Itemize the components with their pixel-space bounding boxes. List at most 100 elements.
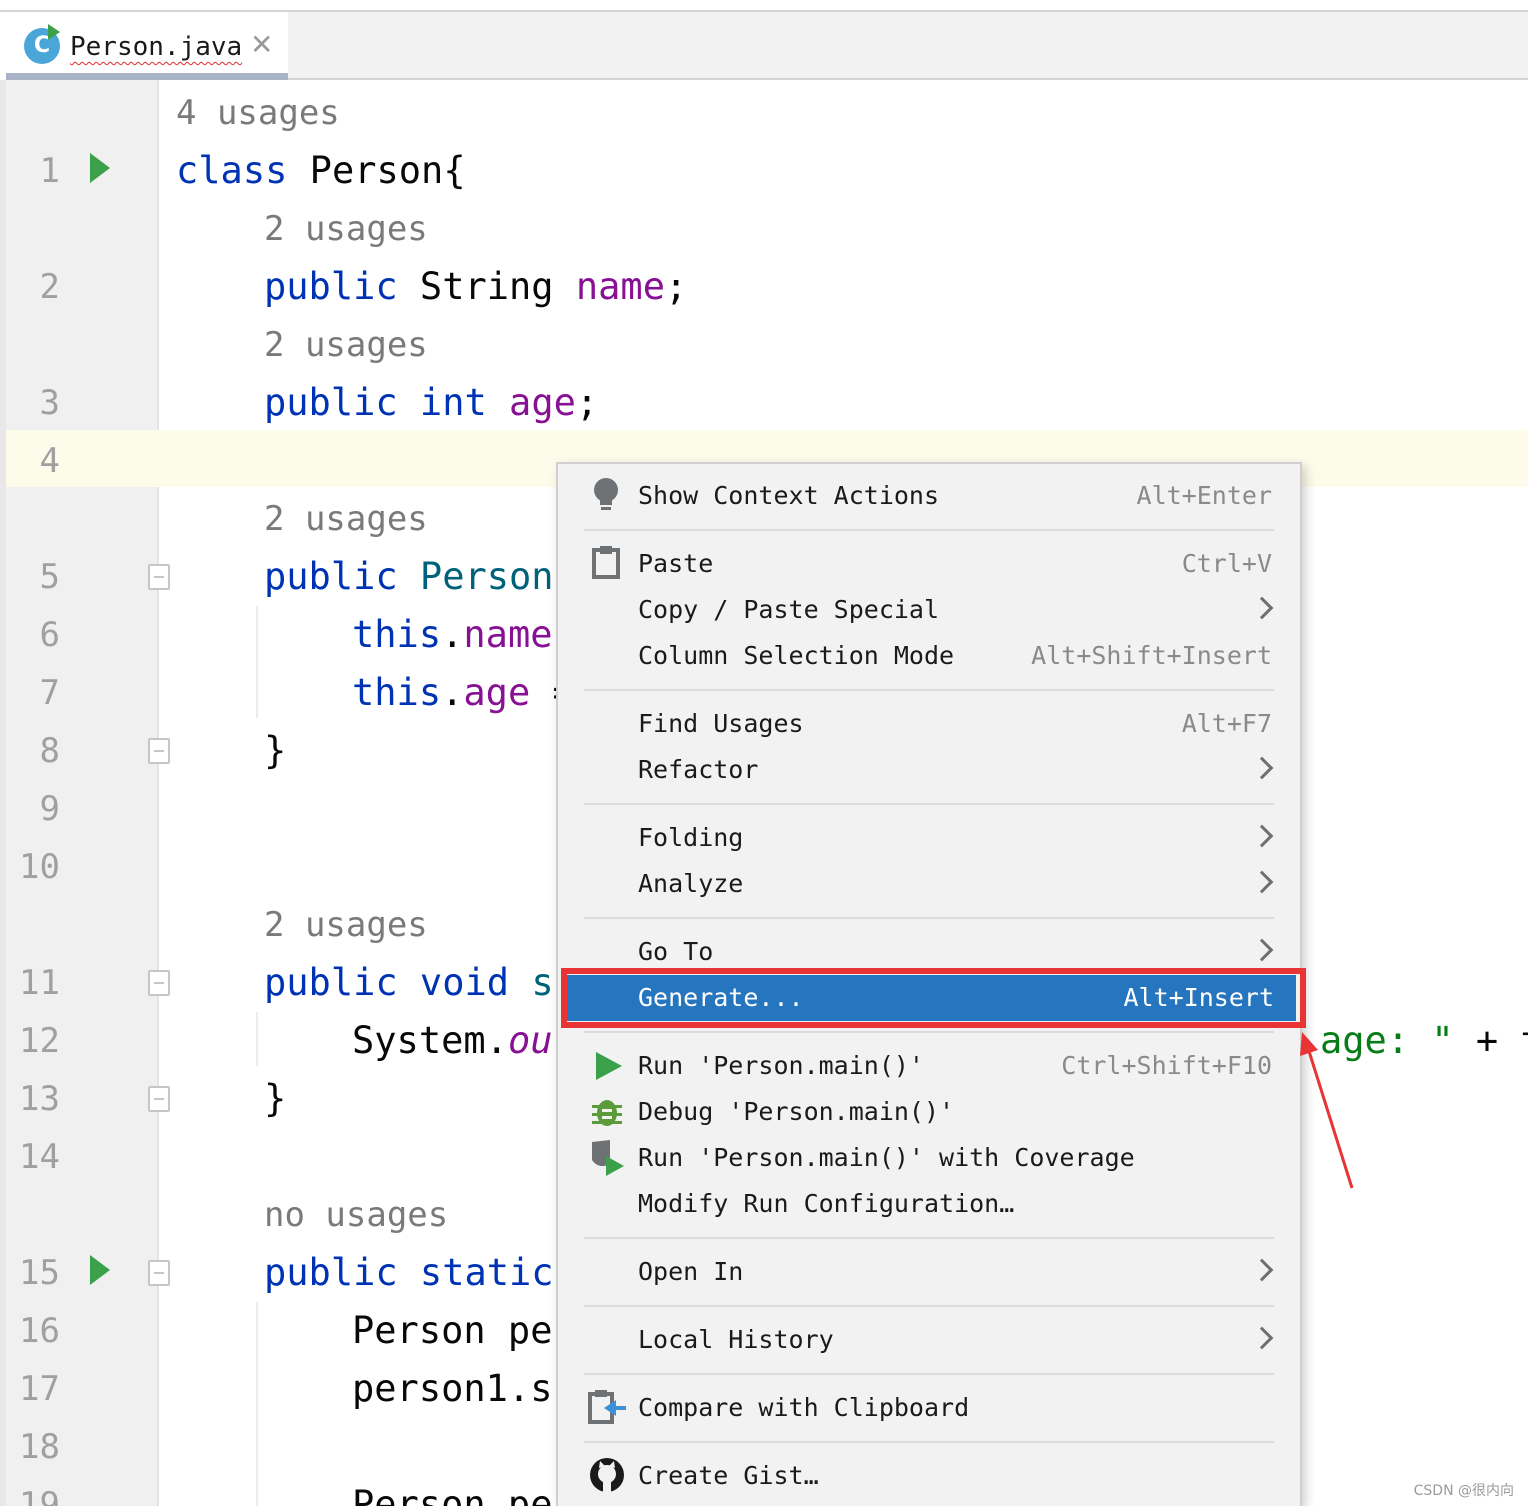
line-number: 17: [19, 1369, 60, 1409]
indent-guide: [256, 606, 258, 718]
menu-item-run-with-coverage[interactable]: Run 'Person.main()' with Coverage: [558, 1135, 1298, 1181]
menu-item-label: Modify Run Configuration…: [638, 1189, 1015, 1218]
submenu-chevron-icon: [1250, 756, 1274, 780]
menu-separator: [584, 803, 1274, 805]
usages-inlay-hint[interactable]: no usages: [264, 1186, 448, 1244]
fold-main-icon[interactable]: [148, 1260, 170, 1286]
close-tab-icon[interactable]: ✕: [250, 28, 273, 62]
line-number: 9: [39, 789, 60, 829]
clipboard-icon: [592, 546, 620, 579]
menu-item-compare-with-clipboard[interactable]: Compare with Clipboard: [558, 1385, 1298, 1431]
menu-item-label: Column Selection Mode: [638, 641, 955, 670]
run-class-gutter-icon[interactable]: [90, 153, 110, 183]
github-icon: [590, 1458, 624, 1492]
menu-separator: [584, 1373, 1274, 1375]
keyword-class: class: [176, 149, 288, 192]
system-class: System.: [352, 1019, 508, 1062]
line-number: 1: [39, 151, 60, 191]
code-line-15: public static: [264, 1244, 554, 1302]
menu-item-shortcut: Alt+Enter: [1136, 481, 1272, 510]
menu-item-label: Open In: [638, 1257, 744, 1286]
menu-item-label: Compare with Clipboard: [638, 1393, 970, 1422]
menu-item-label: Copy / Paste Special: [638, 595, 940, 624]
compare-icon: [588, 1390, 626, 1424]
menu-item-create-gist[interactable]: Create Gist…: [558, 1453, 1298, 1499]
watermark: CSDN @很内向: [1413, 1483, 1514, 1499]
menu-separator: [584, 917, 1274, 919]
menu-item-find-usages[interactable]: Find Usages Alt+F7: [558, 701, 1298, 747]
code-line-11: public void sh: [264, 954, 576, 1012]
menu-item-show-context-actions[interactable]: Show Context Actions Alt+Enter: [558, 473, 1298, 519]
line-number: 15: [19, 1253, 60, 1293]
runnable-class-marker-icon: [48, 24, 60, 40]
active-tab-indicator: [6, 73, 288, 80]
menu-item-label: Run 'Person.main()': [638, 1051, 924, 1080]
menu-item-label: Show Context Actions: [638, 481, 940, 510]
submenu-chevron-icon: [1250, 938, 1274, 962]
menu-separator: [584, 689, 1274, 691]
menu-separator: [584, 1441, 1274, 1443]
menu-item-debug-main[interactable]: Debug 'Person.main()': [558, 1089, 1298, 1135]
menu-item-open-in[interactable]: Open In: [558, 1249, 1298, 1295]
bulb-icon: [594, 478, 618, 510]
menu-item-local-history[interactable]: Local History: [558, 1317, 1298, 1363]
menu-item-label: Analyze: [638, 869, 744, 898]
coverage-icon: [592, 1140, 624, 1176]
line-number: 3: [39, 383, 60, 423]
concat-expression: + t: [1475, 1019, 1528, 1062]
menu-item-shortcut: Ctrl+V: [1181, 549, 1272, 578]
line-number: 10: [19, 847, 60, 887]
keyword-public-void: public void: [264, 961, 510, 1004]
debug-bug-icon: [592, 1100, 622, 1126]
menu-item-run-main[interactable]: Run 'Person.main()' Ctrl+Shift+F10: [558, 1043, 1298, 1089]
menu-separator: [584, 1031, 1274, 1033]
submenu-chevron-icon: [1250, 1326, 1274, 1350]
annotation-arrow: [1300, 1032, 1354, 1189]
menu-item-folding[interactable]: Folding: [558, 815, 1298, 861]
usages-inlay-hint[interactable]: 4 usages: [176, 84, 340, 142]
menu-item-modify-run-configuration[interactable]: Modify Run Configuration…: [558, 1181, 1298, 1227]
submenu-chevron-icon: [1250, 596, 1274, 620]
field-age: age: [509, 381, 576, 424]
semicolon: ;: [575, 381, 599, 424]
code-line-19: Person per: [352, 1483, 575, 1506]
line-number: 8: [39, 731, 60, 771]
usages-inlay-hint[interactable]: 2 usages: [264, 490, 428, 548]
semicolon: ;: [664, 265, 688, 308]
run-main-gutter-icon[interactable]: [90, 1255, 110, 1285]
menu-item-label: Refactor: [638, 755, 759, 784]
tab-title[interactable]: Person.java: [70, 30, 242, 64]
run-icon: [596, 1052, 622, 1080]
usages-inlay-hint[interactable]: 2 usages: [264, 200, 428, 258]
indent-guide: [256, 1012, 258, 1066]
line-number: 7: [39, 673, 60, 713]
code-line-13: }: [264, 1077, 287, 1120]
fold-constructor-icon[interactable]: [148, 564, 170, 590]
menu-item-refactor[interactable]: Refactor: [558, 747, 1298, 793]
code-line-17: person1.sh: [352, 1367, 575, 1410]
type-string: String: [397, 265, 576, 308]
highlight-annotation-box: [561, 968, 1306, 1028]
menu-item-copy-paste-special[interactable]: Copy / Paste Special: [558, 587, 1298, 633]
menu-separator: [584, 1237, 1274, 1239]
menu-item-paste[interactable]: Paste Ctrl+V: [558, 541, 1298, 587]
menu-item-column-selection-mode[interactable]: Column Selection Mode Alt+Shift+Insert: [558, 633, 1298, 679]
fold-method-icon[interactable]: [148, 970, 170, 996]
fold-end-icon[interactable]: [148, 738, 170, 764]
fold-end-icon[interactable]: [148, 1086, 170, 1112]
menu-item-label: Debug 'Person.main()': [638, 1097, 955, 1126]
menu-separator: [584, 1305, 1274, 1307]
line-number: 6: [39, 615, 60, 655]
menu-item-label: Create Gist…: [638, 1461, 819, 1490]
line-number: 12: [19, 1021, 60, 1061]
menu-separator: [584, 529, 1274, 531]
field-name: name: [575, 265, 665, 308]
usages-inlay-hint[interactable]: 2 usages: [264, 896, 428, 954]
menu-item-analyze[interactable]: Analyze: [558, 861, 1298, 907]
code-line-7: this.age =: [352, 664, 575, 722]
usages-inlay-hint[interactable]: 2 usages: [264, 316, 428, 374]
constructor-name: Person: [397, 555, 554, 598]
keyword-public-int: public int: [264, 381, 487, 424]
field-age: age: [463, 671, 531, 714]
